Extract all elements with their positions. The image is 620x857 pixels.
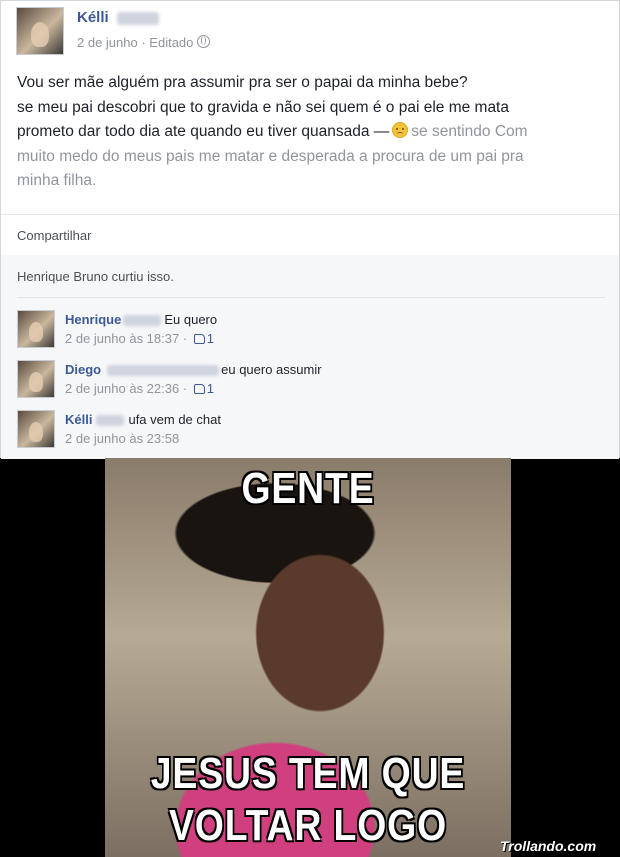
commenter-name[interactable]: Henrique — [65, 312, 121, 327]
name-redacted — [96, 415, 125, 427]
like-thumb-icon[interactable] — [193, 334, 205, 344]
comment-text: Eu quero — [164, 312, 218, 327]
post-meta: 2 de junho · Editado — [77, 35, 211, 50]
post-line-2: se meu pai descobri que to gravida e não… — [17, 98, 509, 116]
meme-bottom-line-2: VOLTAR LOGO — [168, 801, 448, 850]
commenter-avatar[interactable] — [17, 360, 55, 398]
comment-time[interactable]: 2 de junho às 22:36 — [65, 381, 179, 396]
divider — [1, 214, 619, 215]
commenter-name[interactable]: Kélli — [65, 412, 92, 427]
facebook-post-card: Kélli 2 de junho · Editado Vou ser mãe a… — [0, 0, 620, 459]
author-surname-redacted — [116, 11, 159, 25]
author-avatar[interactable] — [16, 7, 64, 55]
comment-text: eu quero assumir — [221, 362, 322, 377]
comment-time[interactable]: 2 de junho às 18:37 — [65, 331, 179, 346]
post-text: Vou ser mãe alguém pra assumir pra ser o… — [17, 71, 607, 194]
comment-like-count[interactable]: 1 — [207, 331, 214, 346]
commenter-avatar[interactable] — [17, 410, 55, 448]
feeling-prefix: se sentindo Com — [411, 123, 528, 140]
post-line-1: Vou ser mãe alguém pra assumir pra ser o… — [17, 74, 468, 91]
comment-text: ufa vem de chat — [128, 412, 221, 427]
comment-like-count[interactable]: 1 — [207, 381, 214, 396]
name-redacted — [107, 365, 220, 377]
ufi-section — [1, 255, 619, 459]
globe-icon[interactable] — [197, 35, 211, 48]
meme-top-text: GENTE — [241, 464, 375, 513]
meme-bottom-text: JESUS TEM QUE VOLTAR LOGO — [135, 748, 480, 852]
meme-bottom-line-1: JESUS TEM QUE — [150, 749, 466, 798]
like-thumb-icon[interactable] — [193, 384, 205, 394]
worried-emoji-icon — [392, 122, 409, 138]
author-name[interactable]: Kélli — [77, 9, 159, 26]
feeling-line-2: muito medo do meus pais me matar e despe… — [17, 147, 524, 165]
share-button[interactable]: Compartilhar — [17, 228, 91, 243]
likes-summary[interactable]: Henrique Bruno curtiu isso. — [17, 269, 174, 284]
name-redacted — [123, 315, 162, 327]
meme-image: GENTE JESUS TEM QUE VOLTAR LOGO — [105, 458, 511, 857]
post-date[interactable]: 2 de junho — [77, 35, 138, 50]
edited-label[interactable]: · Editado — [138, 35, 193, 50]
site-watermark: Trollando.com — [500, 838, 597, 854]
post-line-3: prometo dar todo dia ate quando eu tiver… — [17, 122, 528, 140]
comment-time[interactable]: 2 de junho às 23:58 — [65, 431, 179, 446]
divider — [17, 297, 605, 298]
feeling-line-3: minha filha. — [17, 172, 97, 189]
commenter-name[interactable]: Diego — [65, 362, 101, 377]
commenter-avatar[interactable] — [17, 310, 55, 348]
